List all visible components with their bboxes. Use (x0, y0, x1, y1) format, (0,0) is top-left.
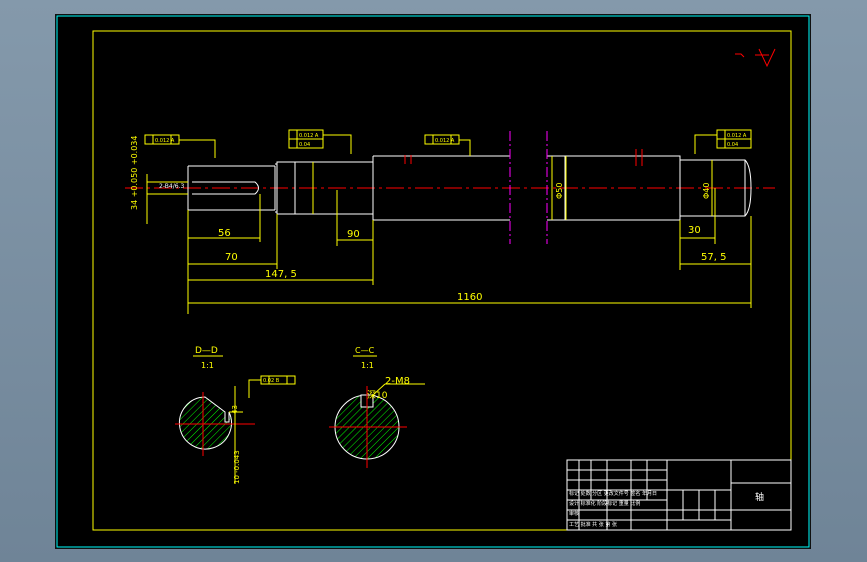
dim-30: 30 (688, 225, 701, 236)
title-row-2: 设计 标准化 阶段标记 重量 比例 (569, 500, 640, 507)
title-row-1: 标记 处数 分区 更改文件号 签名 年月日 (569, 490, 657, 497)
tol-frame-4b: 0.04 (727, 142, 738, 148)
dim-90: 90 (347, 229, 360, 240)
dim-10-tol: 10 -0.043 (233, 450, 241, 484)
tolerance-frames (144, 129, 752, 158)
title-row-4: 工艺 批准 共 张 第 张 (569, 521, 617, 528)
dim-57-5: 57, 5 (701, 252, 726, 263)
dim-147-5: 147, 5 (265, 269, 297, 280)
tol-frame-2a: 0.012 A (299, 133, 319, 139)
app-window: 56 70 147, 5 1160 90 30 57, 5 34 +0.050 … (0, 0, 867, 562)
dim-2m8: 2-M8 (385, 376, 410, 387)
drawing-canvas[interactable]: 56 70 147, 5 1160 90 30 57, 5 34 +0.050 … (55, 14, 811, 549)
dim-phi50: Φ50 (555, 183, 564, 199)
tol-frame-2b: 0.04 (299, 142, 310, 148)
part-name: 轴 (755, 491, 764, 503)
cad-drawing: 56 70 147, 5 1160 90 30 57, 5 34 +0.050 … (56, 15, 810, 548)
tol-frame-4a: 0.012 A (727, 133, 747, 139)
dim-phi40: Φ40 (702, 183, 711, 199)
section-cc-view (329, 355, 425, 468)
dim-chamfer: 2-B4/6.3 (159, 183, 184, 190)
dim-34-tol: 34 +0.050 +0.034 (130, 136, 139, 210)
tol-frame-1: 0.012 A (155, 138, 175, 144)
section-cc-label: C—C (355, 346, 375, 355)
dim-56: 56 (218, 228, 231, 239)
section-dd-scale: 1:1 (201, 361, 214, 370)
section-dd-label: D—D (195, 346, 218, 356)
section-cc-scale: 1:1 (361, 361, 374, 370)
dim-43: 43 (231, 405, 239, 414)
sheet-border (56, 15, 810, 548)
dim-1160: 1160 (457, 292, 482, 303)
title-row-3: 审核 (569, 510, 579, 517)
dimension-lines (146, 156, 752, 314)
tol-frame-dd: 0.02 B (263, 378, 280, 384)
dim-depth: 深10 (367, 390, 388, 401)
dim-70: 70 (225, 252, 238, 263)
tol-frame-3: 0.012 A (435, 138, 455, 144)
roughness-symbol-general (735, 48, 776, 68)
